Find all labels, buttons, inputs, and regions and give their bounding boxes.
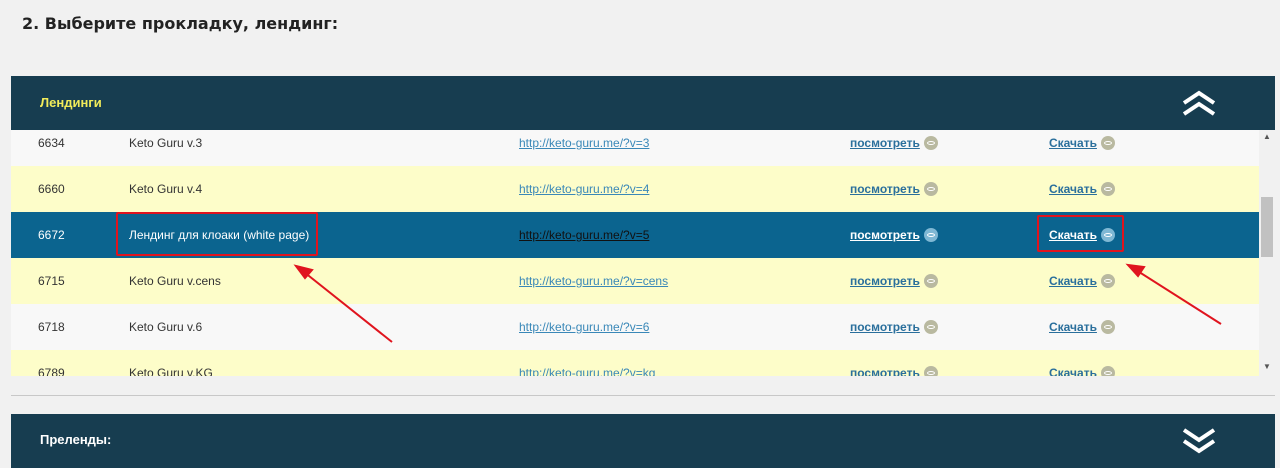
table-row[interactable]: 6715 Keto Guru v.cens http://keto-guru.m…	[11, 258, 1259, 304]
table-row[interactable]: 6660 Keto Guru v.4 http://keto-guru.me/?…	[11, 166, 1259, 212]
divider	[11, 395, 1275, 396]
eye-icon	[1100, 274, 1115, 288]
view-link[interactable]: посмотреть	[850, 136, 938, 150]
row-url-link[interactable]: http://keto-guru.me/?v=5	[519, 228, 649, 242]
scroll-down-arrow-icon[interactable]: ▼	[1263, 362, 1271, 372]
eye-icon	[1100, 136, 1115, 150]
view-link-label: посмотреть	[850, 320, 920, 334]
chevron-double-down-icon[interactable]	[1180, 428, 1218, 454]
eye-icon	[1100, 366, 1115, 376]
row-url-link[interactable]: http://keto-guru.me/?v=cens	[519, 274, 668, 288]
view-link-label: посмотреть	[850, 182, 920, 196]
section-title: 2. Выберите прокладку, лендинг:	[22, 14, 339, 33]
download-link[interactable]: Скачать	[1049, 320, 1115, 334]
row-name: Keto Guru v.3	[129, 136, 203, 150]
download-link[interactable]: Скачать	[1049, 136, 1115, 150]
row-id: 6718	[38, 320, 65, 334]
chevron-double-up-icon[interactable]	[1180, 90, 1218, 116]
view-link-label: посмотреть	[850, 274, 920, 288]
download-link-label: Скачать	[1049, 274, 1097, 288]
download-link-label: Скачать	[1049, 136, 1097, 150]
annotation-highlight-name	[116, 212, 318, 256]
download-link-label: Скачать	[1049, 366, 1097, 376]
eye-icon	[923, 182, 938, 196]
row-name: Keto Guru v.cens	[129, 274, 221, 288]
view-link[interactable]: посмотреть	[850, 366, 938, 376]
annotation-highlight-download	[1037, 215, 1124, 252]
view-link-label: посмотреть	[850, 228, 920, 242]
row-id: 6660	[38, 182, 65, 196]
row-url-link[interactable]: http://keto-guru.me/?v=4	[519, 182, 649, 196]
table-row[interactable]: 6634 Keto Guru v.3 http://keto-guru.me/?…	[11, 130, 1259, 166]
eye-icon	[923, 136, 938, 150]
scroll-up-arrow-icon[interactable]: ▲	[1263, 132, 1271, 142]
eye-icon	[923, 274, 938, 288]
row-id: 6715	[38, 274, 65, 288]
prelands-panel-header[interactable]: Преленды:	[11, 414, 1275, 468]
download-link[interactable]: Скачать	[1049, 366, 1115, 376]
view-link[interactable]: посмотреть	[850, 182, 938, 196]
download-link[interactable]: Скачать	[1049, 274, 1115, 288]
landings-panel-header[interactable]: Лендинги	[11, 76, 1275, 130]
row-name: Keto Guru v.KG	[129, 366, 213, 376]
landings-panel-title: Лендинги	[40, 95, 102, 110]
view-link-label: посмотреть	[850, 136, 920, 150]
view-link[interactable]: посмотреть	[850, 228, 938, 242]
download-link[interactable]: Скачать	[1049, 182, 1115, 196]
table-row[interactable]: 6718 Keto Guru v.6 http://keto-guru.me/?…	[11, 304, 1259, 350]
eye-icon	[923, 228, 938, 242]
download-link-label: Скачать	[1049, 320, 1097, 334]
eye-icon	[1100, 320, 1115, 334]
row-url-link[interactable]: http://keto-guru.me/?v=3	[519, 136, 649, 150]
row-url-link[interactable]: http://keto-guru.me/?v=kg	[519, 366, 655, 376]
view-link[interactable]: посмотреть	[850, 274, 938, 288]
scrollbar-thumb[interactable]	[1261, 197, 1273, 257]
eye-icon	[923, 320, 938, 334]
eye-icon	[923, 366, 938, 376]
table-row[interactable]: 6789 Keto Guru v.KG http://keto-guru.me/…	[11, 350, 1259, 376]
row-url-link[interactable]: http://keto-guru.me/?v=6	[519, 320, 649, 334]
row-id: 6634	[38, 136, 65, 150]
view-link-label: посмотреть	[850, 366, 920, 376]
eye-icon	[1100, 182, 1115, 196]
row-id: 6789	[38, 366, 65, 376]
row-id: 6672	[38, 228, 65, 242]
row-name: Keto Guru v.6	[129, 320, 203, 334]
prelands-panel-title: Преленды:	[40, 432, 112, 447]
download-link-label: Скачать	[1049, 182, 1097, 196]
view-link[interactable]: посмотреть	[850, 320, 938, 334]
table-scrollbar[interactable]: ▲ ▼	[1259, 130, 1275, 376]
row-name: Keto Guru v.4	[129, 182, 203, 196]
